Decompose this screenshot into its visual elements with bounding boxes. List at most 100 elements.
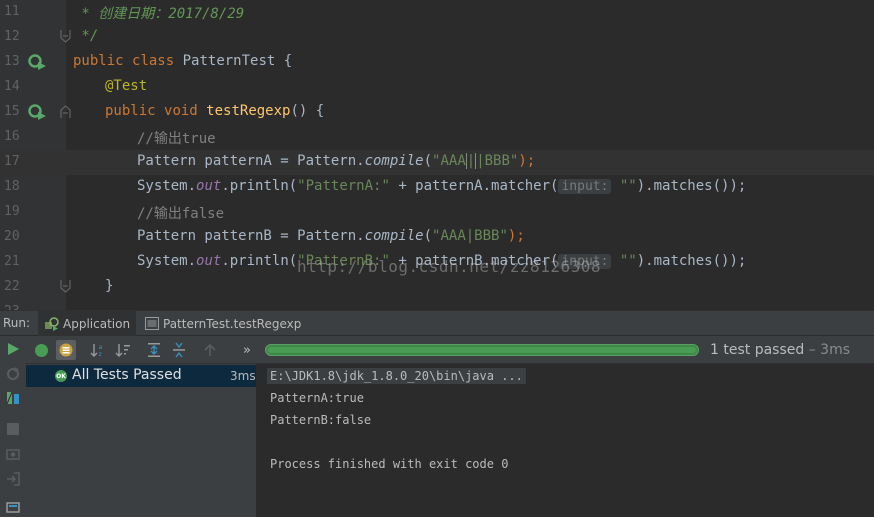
expand-all-icon (148, 343, 160, 357)
code-line[interactable]: 15 public void testRegexp() { (0, 100, 874, 125)
play-icon (8, 343, 19, 355)
code-line[interactable]: 16 //输出true (0, 125, 874, 150)
layout-icon (6, 502, 20, 513)
tab-application[interactable]: Application (38, 311, 136, 336)
code-text: ); (518, 153, 536, 169)
layout-button[interactable] (4, 497, 22, 515)
line-comment: //输出true (137, 131, 216, 147)
test-runner-toolbar: az » 1 test passed – 3ms (26, 336, 874, 364)
code-text: System. (137, 178, 197, 194)
console-output[interactable]: E:\JDK1.8\jdk_1.8.0_20\bin\java ... Patt… (257, 364, 874, 517)
string-literal: | (465, 153, 477, 169)
code-text: Pattern patternA = Pattern. (137, 153, 365, 169)
code-text: ); (507, 228, 525, 244)
watermark: http://blog.csdn.net/zz8126308 (297, 257, 601, 276)
tree-root-item[interactable]: OK All Tests Passed 3ms (26, 365, 256, 387)
code-line[interactable]: 14 @Test (0, 75, 874, 100)
tab-pattern-test[interactable]: PatternTest.testRegexp (145, 311, 301, 336)
run-side-toolbar (0, 336, 27, 517)
code-line-current[interactable]: 17 Pattern patternA = Pattern.compile("A… (0, 150, 874, 175)
keyword: public (105, 103, 156, 119)
run-test-icon[interactable] (28, 53, 48, 71)
console-line: Process finished with exit code 0 (270, 457, 509, 471)
ok-icon (34, 343, 48, 357)
brace: } (105, 278, 114, 294)
code-line[interactable]: 12 */ (0, 25, 874, 50)
brace: { (283, 53, 293, 69)
fold-end-icon[interactable] (60, 280, 71, 293)
exit-button[interactable] (4, 470, 22, 488)
dump-threads-button[interactable] (4, 445, 22, 463)
auto-test-icon (6, 391, 19, 405)
exit-icon (7, 472, 20, 486)
line-number: 17 (4, 154, 20, 169)
code-line[interactable]: 20 Pattern patternB = Pattern.compile("A… (0, 225, 874, 250)
status-duration: 3ms (820, 342, 850, 358)
code-text: ).matches()); (636, 178, 747, 194)
svg-text:z: z (99, 351, 102, 358)
code-text: () { (290, 103, 325, 119)
code-line[interactable]: 13 public class PatternTest { (0, 50, 874, 75)
collapse-all-button[interactable] (169, 340, 189, 360)
method-call: compile (364, 228, 424, 244)
toggle-auto-test-button[interactable] (4, 389, 22, 407)
line-number: 22 (4, 279, 20, 294)
code-line[interactable]: 18 System.out.println("PatternA:" + patt… (0, 175, 874, 200)
method-name: testRegexp (206, 103, 291, 119)
test-tab-icon (145, 317, 159, 330)
sort-by-duration-button[interactable] (113, 340, 133, 360)
stop-button[interactable] (4, 420, 22, 438)
code-line[interactable]: 23 (0, 300, 874, 310)
previous-failed-button[interactable] (200, 340, 220, 360)
sort-duration-icon (115, 344, 130, 357)
expand-all-button[interactable] (144, 340, 164, 360)
code-line[interactable]: 11 * 创建日期：2017/8/29 (0, 0, 874, 25)
sort-alphabetically-button[interactable]: az (88, 340, 108, 360)
svg-text:a: a (99, 344, 103, 351)
line-number: 15 (4, 104, 20, 119)
stop-icon (7, 423, 19, 435)
fold-end-icon[interactable] (60, 30, 71, 43)
test-status: 1 test passed – 3ms (710, 342, 850, 358)
line-number: 14 (4, 79, 20, 94)
line-number: 16 (4, 129, 20, 144)
keyword: void (164, 103, 198, 119)
camera-icon (6, 449, 20, 460)
show-passed-button[interactable] (31, 340, 51, 360)
code-text: ( (423, 153, 433, 169)
sort-alpha-icon: az (90, 344, 103, 358)
string-literal: |BBB" (476, 153, 519, 169)
string-literal: "PatternA:" (297, 178, 390, 194)
line-comment: //输出false (137, 206, 225, 222)
tree-item-label: All Tests Passed (72, 367, 182, 383)
test-results-tree[interactable]: OK All Tests Passed 3ms (26, 364, 257, 517)
rerun-failed-button[interactable] (4, 365, 22, 383)
tree-item-time: 3ms (230, 369, 256, 383)
code-line[interactable]: 19 //输出false (0, 200, 874, 225)
line-number: 19 (4, 204, 20, 219)
rerun-button[interactable] (4, 340, 22, 358)
code-line[interactable]: 22 } (0, 275, 874, 300)
console-command-line[interactable]: E:\JDK1.8\jdk_1.8.0_20\bin\java ... (267, 368, 526, 384)
static-field: out (196, 178, 222, 194)
ignored-icon (59, 343, 73, 357)
doc-comment: */ (73, 28, 99, 44)
code-text: System. (137, 253, 197, 269)
string-literal: "" (619, 253, 637, 269)
more-icon[interactable]: » (237, 340, 257, 360)
rerun-failed-icon (7, 367, 19, 380)
method-call: compile (364, 153, 424, 169)
arrow-up-icon (204, 343, 216, 356)
show-ignored-button[interactable] (56, 340, 76, 360)
run-label: Run: (3, 316, 31, 330)
fold-start-icon[interactable] (60, 105, 71, 118)
annotation: @Test (105, 78, 148, 94)
status-separator: – (804, 342, 821, 358)
run-test-icon[interactable] (28, 103, 48, 121)
code-editor[interactable]: 11 * 创建日期：2017/8/29 12 */ 13 public clas… (0, 0, 874, 310)
console-line: PatternB:false (270, 413, 372, 427)
code-text: ).matches()); (636, 253, 747, 269)
console-line: PatternA:true (270, 391, 364, 405)
tab-label: PatternTest.testRegexp (163, 316, 302, 331)
run-tool-window-header: Run: Application PatternTest.testRegexp (0, 310, 874, 336)
